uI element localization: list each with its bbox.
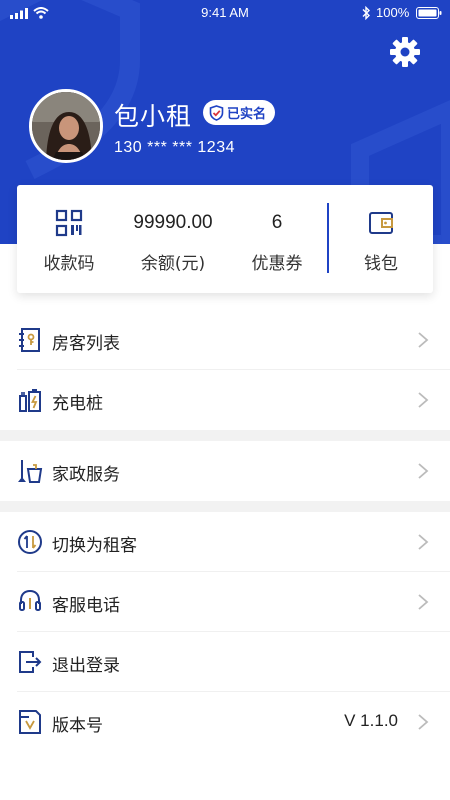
masked-phone-number: 130 *** *** 1234 xyxy=(114,139,235,156)
battery-percentage: 100% xyxy=(376,5,410,20)
chevron-right-icon xyxy=(418,594,429,610)
chevron-right-icon xyxy=(418,534,429,550)
menu-label-switch-to-tenant: 切换为租客 xyxy=(52,536,137,556)
menu-item-logout[interactable]: 退出登录 xyxy=(0,632,450,692)
logout-icon xyxy=(19,651,42,673)
verified-label: 已实名 xyxy=(227,107,267,122)
menu-label-charging-pile: 充电桩 xyxy=(52,394,103,414)
status-bar: 9:41 AM 100% xyxy=(0,0,450,28)
battery-icon xyxy=(416,7,442,19)
chevron-right-icon xyxy=(418,714,429,730)
qr-code-button[interactable]: 收款码 xyxy=(17,185,121,293)
balance-label: 余额(元) xyxy=(140,254,206,274)
balance-value: 99990.00 xyxy=(133,212,213,233)
version-document-icon xyxy=(19,710,41,734)
charging-pile-icon xyxy=(19,389,41,412)
menu-label-housekeeping: 家政服务 xyxy=(52,465,120,485)
tenant-list-icon xyxy=(19,328,40,352)
chevron-right-icon xyxy=(418,332,429,348)
coupon-count: 6 xyxy=(271,212,283,233)
menu-label-logout: 退出登录 xyxy=(52,656,120,676)
qr-code-icon xyxy=(55,209,83,237)
menu-item-housekeeping[interactable]: 家政服务 xyxy=(0,441,450,501)
menu-label-tenant-list: 房客列表 xyxy=(52,334,120,354)
version-number: V 1.1.0 xyxy=(344,711,398,730)
section-gap xyxy=(0,430,450,441)
coupons-button[interactable]: 6 优惠券 xyxy=(225,185,329,293)
qr-code-label: 收款码 xyxy=(43,254,95,274)
gear-icon[interactable] xyxy=(389,36,421,68)
menu-item-customer-service[interactable]: 客服电话 xyxy=(0,572,450,632)
balance-button[interactable]: 99990.00 余额(元) xyxy=(121,185,225,293)
wallet-label: 钱包 xyxy=(364,254,398,274)
wallet-icon xyxy=(369,212,393,234)
chevron-right-icon xyxy=(418,463,429,479)
wallet-button[interactable]: 钱包 xyxy=(329,185,433,293)
coupon-label: 优惠券 xyxy=(251,254,303,274)
shield-check-icon xyxy=(209,104,224,121)
section-gap xyxy=(0,501,450,512)
switch-arrows-icon xyxy=(18,530,42,554)
menu-label-version: 版本号 xyxy=(52,716,103,736)
chevron-right-icon xyxy=(418,392,429,408)
menu-item-tenant-list[interactable]: 房客列表 xyxy=(0,310,450,370)
headset-icon xyxy=(19,589,41,611)
menu-item-switch-to-tenant[interactable]: 切换为租客 xyxy=(0,512,450,572)
verified-badge: 已实名 xyxy=(203,100,276,125)
menu-label-customer-service: 客服电话 xyxy=(52,596,120,616)
account-summary-card: 收款码 99990.00 余额(元) 6 优惠券 钱包 xyxy=(17,185,433,293)
avatar[interactable] xyxy=(29,89,103,163)
menu-item-charging-pile[interactable]: 充电桩 xyxy=(0,370,450,430)
menu-item-version[interactable]: 版本号 V 1.1.0 xyxy=(0,692,450,752)
user-name: 包小租 xyxy=(114,102,193,131)
bluetooth-icon xyxy=(362,6,370,20)
housekeeping-icon xyxy=(18,460,43,483)
